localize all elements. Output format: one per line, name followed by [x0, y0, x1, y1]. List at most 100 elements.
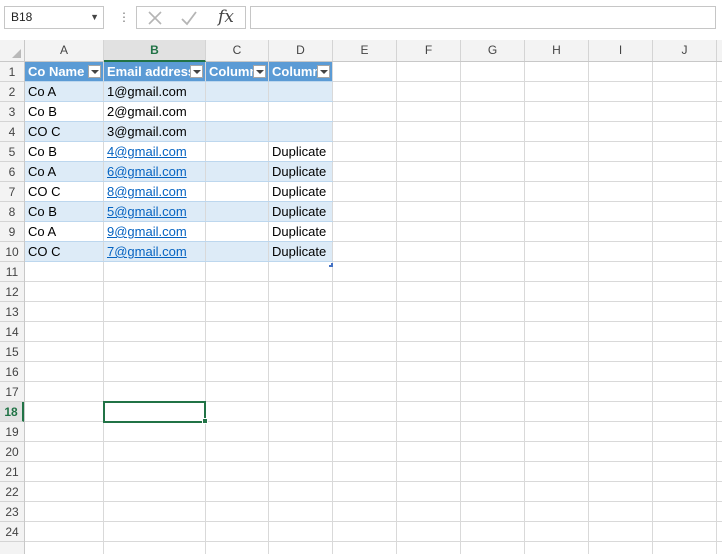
more-options-icon[interactable]: ⋮ [118, 8, 130, 26]
table-cell[interactable]: Duplicate [269, 202, 333, 222]
select-all-button[interactable] [0, 40, 25, 61]
gridline [25, 281, 722, 282]
row-header-9[interactable]: 9 [0, 222, 24, 242]
column-header-f[interactable]: F [397, 40, 461, 61]
fill-handle[interactable] [202, 418, 208, 424]
column-header-c[interactable]: C [206, 40, 269, 61]
row-header-20[interactable]: 20 [0, 442, 24, 462]
column-header-d[interactable]: D [269, 40, 333, 61]
email-link[interactable]: 8@gmail.com [104, 182, 206, 202]
table-cell[interactable]: 3@gmail.com [104, 122, 206, 142]
table-cell[interactable]: Co B [25, 202, 104, 222]
column-header-e[interactable]: E [333, 40, 397, 61]
name-box[interactable]: B18 ▼ [4, 6, 104, 29]
active-cell-b18[interactable] [103, 401, 206, 423]
column-header-a[interactable]: A [25, 40, 104, 61]
row-header-12[interactable]: 12 [0, 282, 24, 302]
gridline [333, 161, 722, 162]
select-all-icon [12, 49, 21, 58]
insert-function-button[interactable]: fx [211, 7, 241, 28]
table-cell[interactable]: 1@gmail.com [104, 82, 206, 102]
column-header-h[interactable]: H [525, 40, 589, 61]
row-header-15[interactable]: 15 [0, 342, 24, 362]
gridline [333, 141, 722, 142]
table-cell[interactable]: Duplicate [269, 222, 333, 242]
table-cell[interactable]: CO C [25, 122, 104, 142]
table-cell[interactable]: Duplicate [269, 242, 333, 262]
email-link[interactable]: 6@gmail.com [104, 162, 206, 182]
row-headers: 1 2 3 4 5 6 7 8 9 10 11 12 13 14 15 16 17 18 19 20 21 22 23 24 [0, 62, 25, 554]
cell-grid[interactable]: Co Name Email address Column1 Column2 Co A 1@… [25, 62, 722, 554]
worksheet: ABCDEFGHIJ 1 2 3 4 5 6 7 8 9 10 11 12 13 14 15 16 17 18 19… [0, 40, 722, 554]
row-header-24[interactable]: 24 [0, 522, 24, 542]
table-header-label: Email address [107, 64, 196, 79]
column-header-j[interactable]: J [653, 40, 717, 61]
row-header-19[interactable]: 19 [0, 422, 24, 442]
table-resize-handle[interactable] [329, 263, 333, 267]
column-header-b[interactable]: B [104, 40, 206, 62]
gridline [25, 341, 722, 342]
gridline [333, 241, 722, 242]
table-cell[interactable]: Co B [25, 102, 104, 122]
table-cell[interactable]: CO C [25, 182, 104, 202]
cancel-icon[interactable] [141, 7, 169, 28]
row-header-4[interactable]: 4 [0, 122, 24, 142]
email-link[interactable]: 9@gmail.com [104, 222, 206, 242]
email-link[interactable]: 4@gmail.com [104, 142, 206, 162]
gridline [25, 441, 722, 442]
gridline [333, 81, 722, 82]
row-header-10[interactable]: 10 [0, 242, 24, 262]
row-header-14[interactable]: 14 [0, 322, 24, 342]
table-cell[interactable]: Co A [25, 82, 104, 102]
column-header-i[interactable]: I [589, 40, 653, 61]
formula-buttons: fx [136, 6, 246, 29]
table-cell[interactable]: 2@gmail.com [104, 102, 206, 122]
gridline [333, 221, 722, 222]
row-header-22[interactable]: 22 [0, 482, 24, 502]
table-cell[interactable]: Co B [25, 142, 104, 162]
row-header-3[interactable]: 3 [0, 102, 24, 122]
row-header-18[interactable]: 18 [0, 402, 24, 422]
row-header-13[interactable]: 13 [0, 302, 24, 322]
row-header-23[interactable]: 23 [0, 502, 24, 522]
email-link[interactable]: 5@gmail.com [104, 202, 206, 222]
check-icon[interactable] [175, 7, 203, 28]
email-link[interactable]: 7@gmail.com [104, 242, 206, 262]
filter-dropdown-icon[interactable] [317, 65, 330, 78]
row-header-6[interactable]: 6 [0, 162, 24, 182]
table-cell[interactable]: Co A [25, 222, 104, 242]
row-header-7[interactable]: 7 [0, 182, 24, 202]
formula-bar-area: B18 ▼ ⋮ fx [0, 0, 722, 40]
row-header-16[interactable]: 16 [0, 362, 24, 382]
gridline [25, 481, 722, 482]
gridline [25, 541, 722, 542]
table-cell[interactable]: Co A [25, 162, 104, 182]
filter-dropdown-icon[interactable] [190, 65, 203, 78]
chevron-down-icon[interactable]: ▼ [90, 7, 99, 28]
formula-input[interactable] [250, 6, 716, 29]
table-cell[interactable]: Duplicate [269, 162, 333, 182]
gridline [25, 521, 722, 522]
row-header-11[interactable]: 11 [0, 262, 24, 282]
gridline [25, 321, 722, 322]
column-headers: ABCDEFGHIJ [0, 40, 722, 62]
gridline [25, 501, 722, 502]
filter-dropdown-icon[interactable] [253, 65, 266, 78]
row-header-5[interactable]: 5 [0, 142, 24, 162]
row-header-2[interactable]: 2 [0, 82, 24, 102]
filter-dropdown-icon[interactable] [88, 65, 101, 78]
name-box-value: B18 [11, 10, 33, 24]
row-header-1[interactable]: 1 [0, 62, 24, 82]
table-cell[interactable]: Duplicate [269, 142, 333, 162]
row-header-17[interactable]: 17 [0, 382, 24, 402]
row-header-8[interactable]: 8 [0, 202, 24, 222]
gridline [25, 381, 722, 382]
gridline [333, 101, 722, 102]
table-header-label: Co Name [28, 64, 85, 79]
table-cell[interactable]: CO C [25, 242, 104, 262]
gridline [25, 361, 722, 362]
table-cell[interactable]: Duplicate [269, 182, 333, 202]
column-header-g[interactable]: G [461, 40, 525, 61]
row-header-21[interactable]: 21 [0, 462, 24, 482]
gridline [333, 261, 722, 262]
